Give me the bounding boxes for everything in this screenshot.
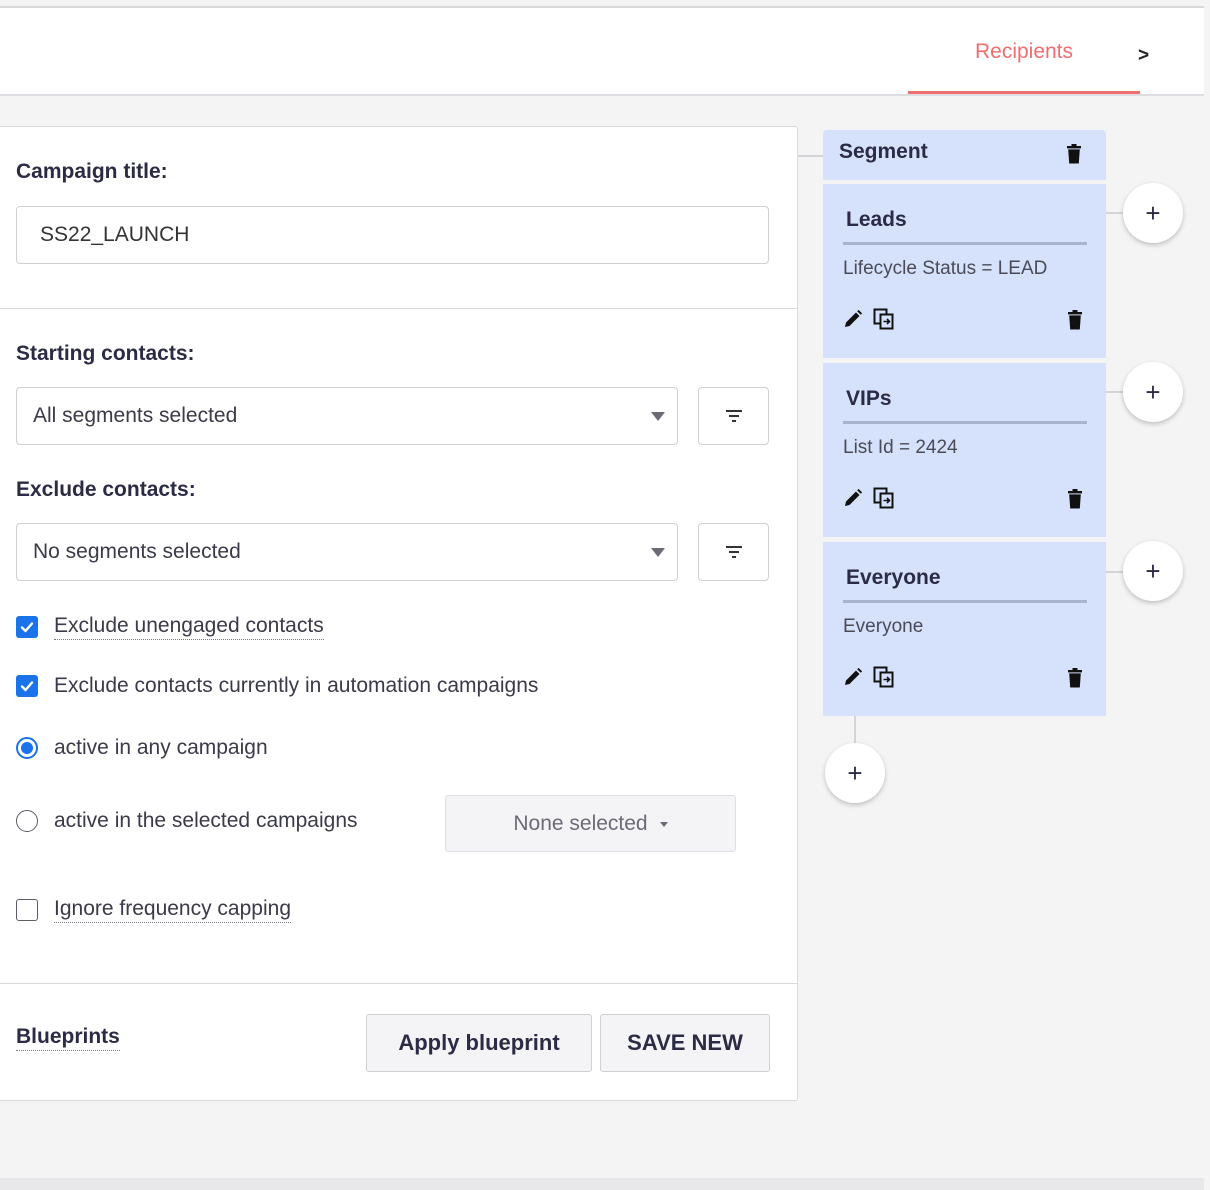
section-divider (0, 983, 797, 984)
trash-icon[interactable] (1067, 489, 1083, 514)
caret-down-icon (651, 548, 665, 557)
trash-icon[interactable] (1066, 144, 1082, 169)
exclude-contacts-filter-button[interactable] (698, 523, 769, 581)
ignore-frequency-row[interactable]: Ignore frequency capping (16, 897, 291, 923)
add-segment-button[interactable]: + (1123, 541, 1183, 601)
exclude-unengaged-checkbox[interactable] (16, 616, 38, 638)
active-any-campaign-label: active in any campaign (54, 736, 268, 759)
divider (843, 600, 1087, 603)
active-any-campaign-row[interactable]: active in any campaign (16, 736, 268, 760)
starting-contacts-select[interactable]: All segments selected (16, 387, 678, 445)
pencil-icon[interactable] (843, 488, 863, 513)
divider (843, 421, 1087, 424)
ignore-frequency-checkbox[interactable] (16, 899, 38, 921)
segment-header: Segment (823, 130, 1106, 180)
divider (843, 242, 1087, 245)
caret-down-icon (651, 412, 665, 421)
segment-name: VIPs (846, 387, 892, 410)
active-selected-campaigns-label: active in the selected campaigns (54, 809, 358, 832)
campaign-title-input[interactable]: SS22_LAUNCH (16, 206, 769, 264)
tab-bar: Recipients > (0, 8, 1204, 96)
tab-recipients[interactable]: Recipients (908, 8, 1140, 96)
trash-icon[interactable] (1067, 668, 1083, 693)
active-selected-campaigns-radio[interactable] (16, 810, 38, 832)
add-segment-button[interactable]: + (825, 743, 885, 803)
bottom-bar (0, 1178, 1204, 1190)
starting-contacts-filter-button[interactable] (698, 387, 769, 445)
active-selected-campaigns-row[interactable]: active in the selected campaigns (16, 809, 358, 833)
ignore-frequency-label: Ignore frequency capping (54, 897, 291, 923)
segment-card-leads[interactable]: Leads Lifecycle Status = LEAD (823, 184, 1106, 358)
active-any-campaign-radio[interactable] (16, 737, 38, 759)
segment-name: Everyone (846, 566, 941, 589)
pencil-icon[interactable] (843, 667, 863, 692)
checkmark-icon (20, 622, 34, 633)
campaign-title-label: Campaign title: (16, 160, 168, 183)
segment-condition: Lifecycle Status = LEAD (843, 258, 1048, 279)
exclude-automation-row[interactable]: Exclude contacts currently in automation… (16, 674, 538, 698)
exclude-contacts-select[interactable]: No segments selected (16, 523, 678, 581)
trash-icon[interactable] (1067, 310, 1083, 335)
blueprints-link[interactable]: Blueprints (16, 1025, 120, 1051)
checkmark-icon (20, 681, 34, 692)
exclude-automation-checkbox[interactable] (16, 675, 38, 697)
section-divider (0, 308, 797, 309)
active-tab-indicator (908, 91, 1140, 94)
starting-contacts-value: All segments selected (33, 404, 238, 427)
duplicate-icon[interactable] (873, 487, 895, 514)
campaign-settings-panel: Campaign title: SS22_LAUNCH Starting con… (0, 126, 798, 1101)
exclude-unengaged-row[interactable]: Exclude unengaged contacts (16, 614, 324, 640)
starting-contacts-label: Starting contacts: (16, 342, 195, 365)
duplicate-icon[interactable] (873, 666, 895, 693)
exclude-automation-label: Exclude contacts currently in automation… (54, 674, 539, 697)
segment-card-vips[interactable]: VIPs List Id = 2424 (823, 363, 1106, 537)
segment-card-everyone[interactable]: Everyone Everyone (823, 542, 1106, 716)
filter-icon (725, 410, 742, 422)
exclude-unengaged-label: Exclude unengaged contacts (54, 614, 324, 640)
campaigns-select-value: None selected (513, 811, 648, 835)
segment-title: Segment (839, 140, 928, 163)
segment-condition: Everyone (843, 616, 924, 637)
duplicate-icon[interactable] (873, 308, 895, 335)
add-segment-button[interactable]: + (1123, 183, 1183, 243)
exclude-contacts-value: No segments selected (33, 540, 241, 563)
exclude-contacts-label: Exclude contacts: (16, 478, 196, 501)
save-new-button[interactable]: SAVE NEW (600, 1014, 770, 1072)
next-tab-arrow[interactable]: > (1138, 36, 1158, 76)
pencil-icon[interactable] (843, 309, 863, 334)
add-segment-button[interactable]: + (1123, 362, 1183, 422)
connector-line (854, 716, 856, 744)
caret-down-icon (659, 822, 668, 827)
segment-condition: List Id = 2424 (843, 437, 958, 458)
filter-icon (725, 546, 742, 558)
apply-blueprint-button[interactable]: Apply blueprint (366, 1014, 592, 1072)
segment-name: Leads (846, 208, 907, 231)
campaigns-select[interactable]: None selected (445, 795, 736, 852)
connector-line (798, 155, 824, 157)
